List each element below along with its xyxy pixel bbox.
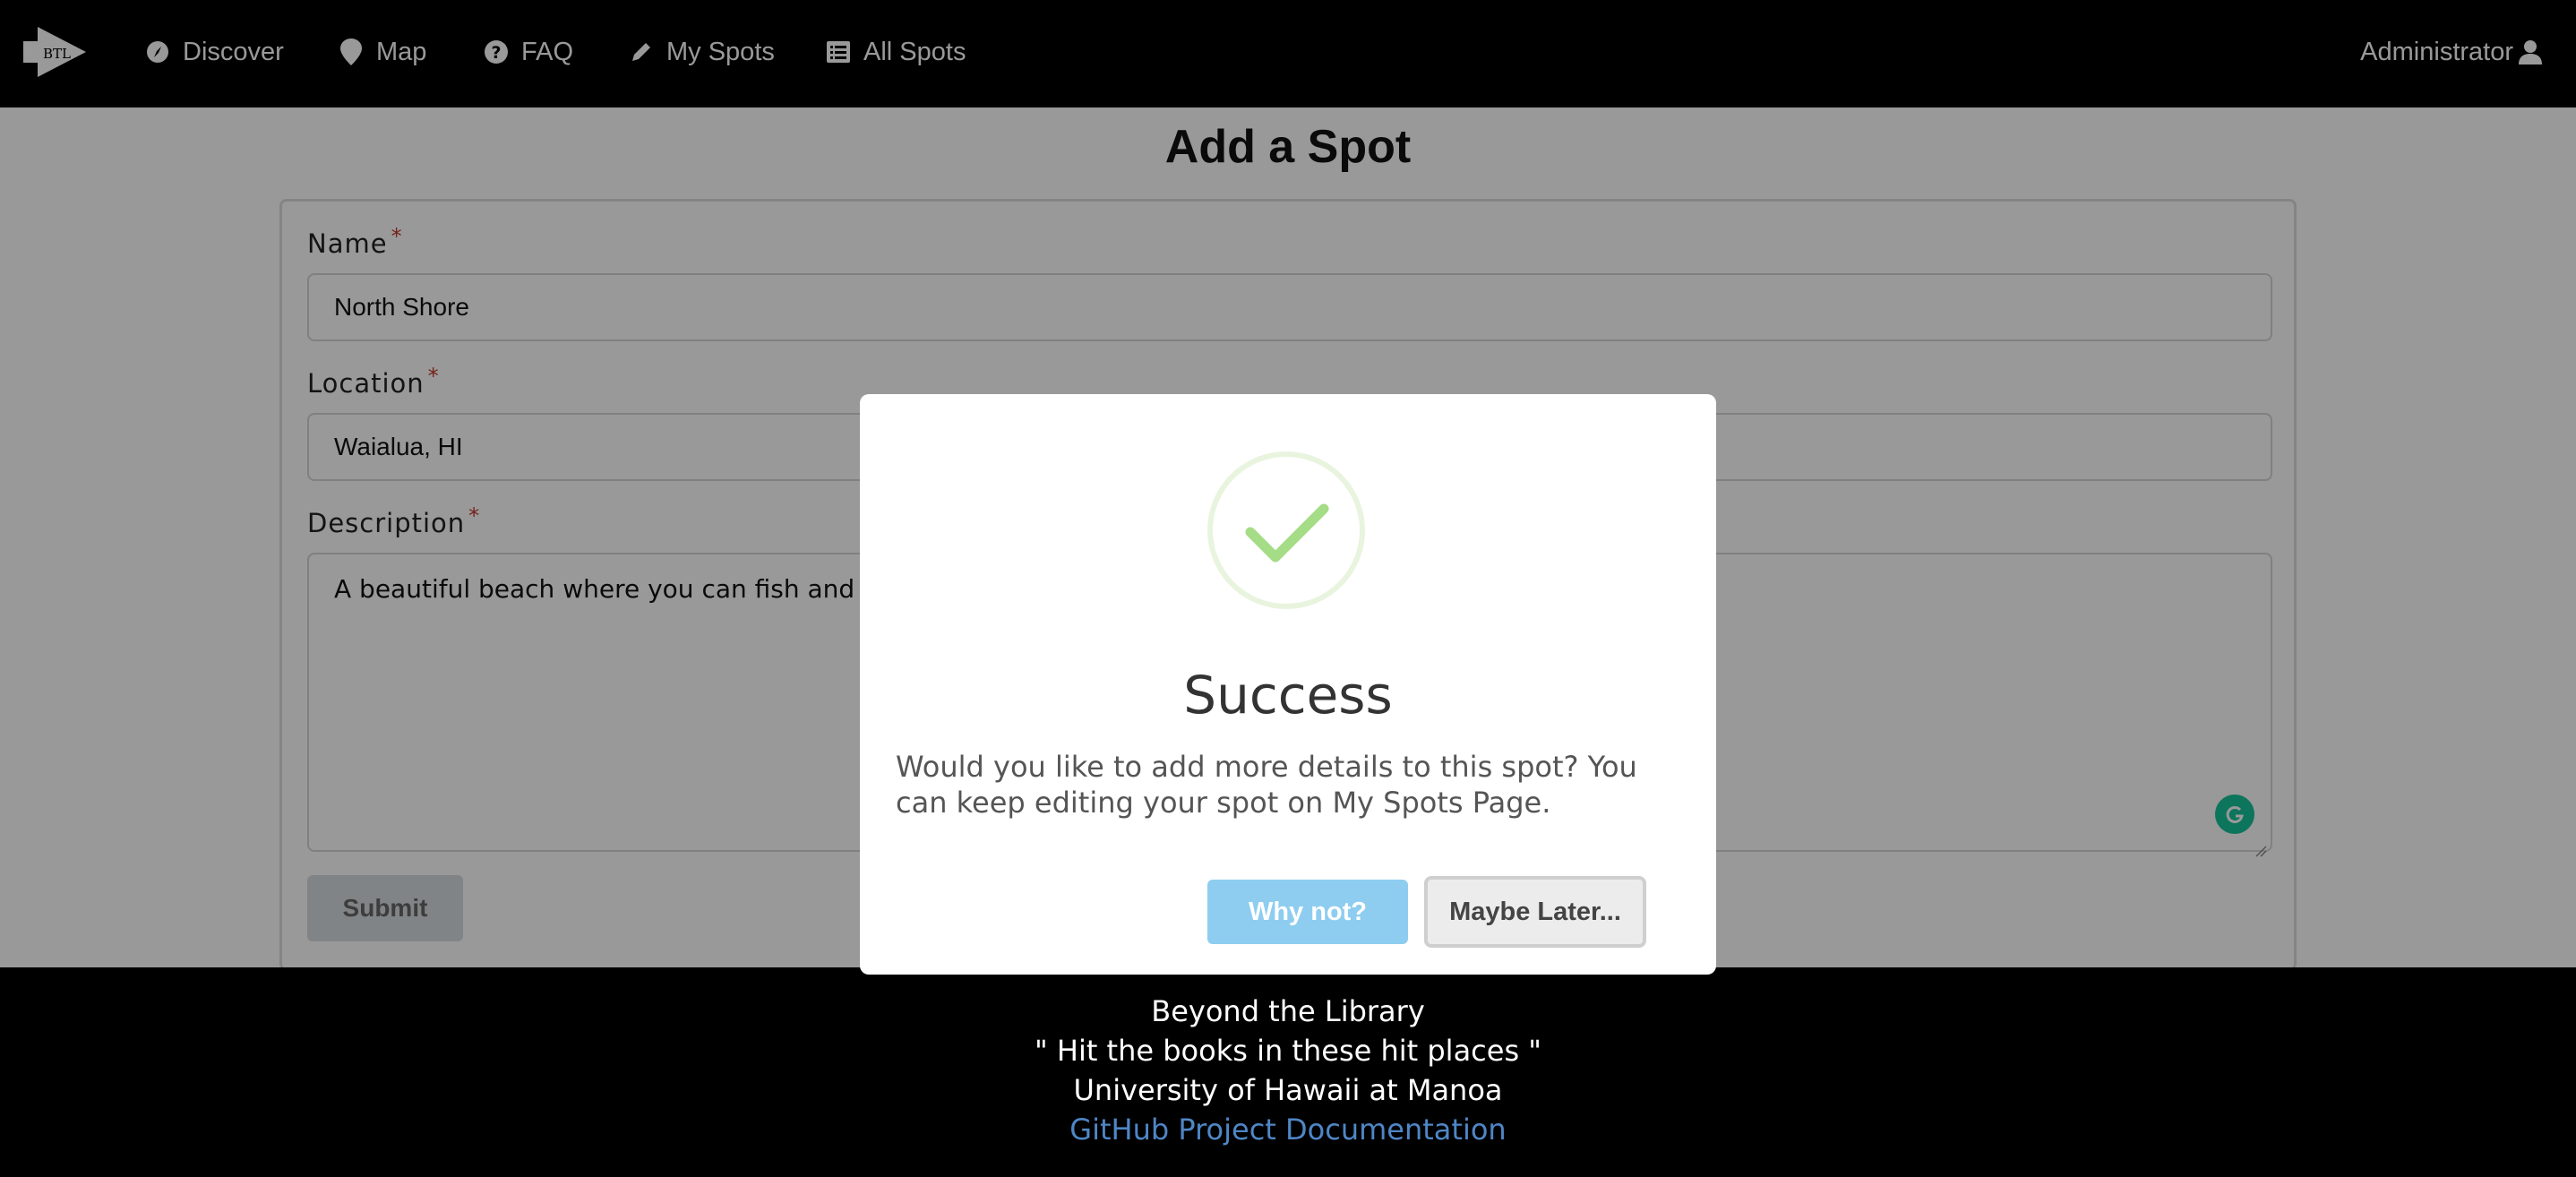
footer-title: Beyond the Library: [1151, 994, 1425, 1028]
footer: Beyond the Library " Hit the books in th…: [0, 967, 2576, 1177]
github-docs-link[interactable]: GitHub Project Documentation: [0, 1113, 2576, 1147]
success-checkmark-icon: [1207, 451, 1365, 609]
modal-title: Success: [1183, 665, 1393, 726]
modal-message: Would you like to add more details to th…: [896, 750, 1637, 820]
footer-tagline: " Hit the books in these hit places ": [1034, 1034, 1542, 1068]
why-not-button[interactable]: Why not?: [1207, 880, 1408, 944]
success-modal: Success Would you like to add more detai…: [860, 394, 1716, 975]
maybe-later-button[interactable]: Maybe Later...: [1424, 876, 1646, 948]
footer-university: University of Hawaii at Manoa: [1073, 1073, 1503, 1107]
